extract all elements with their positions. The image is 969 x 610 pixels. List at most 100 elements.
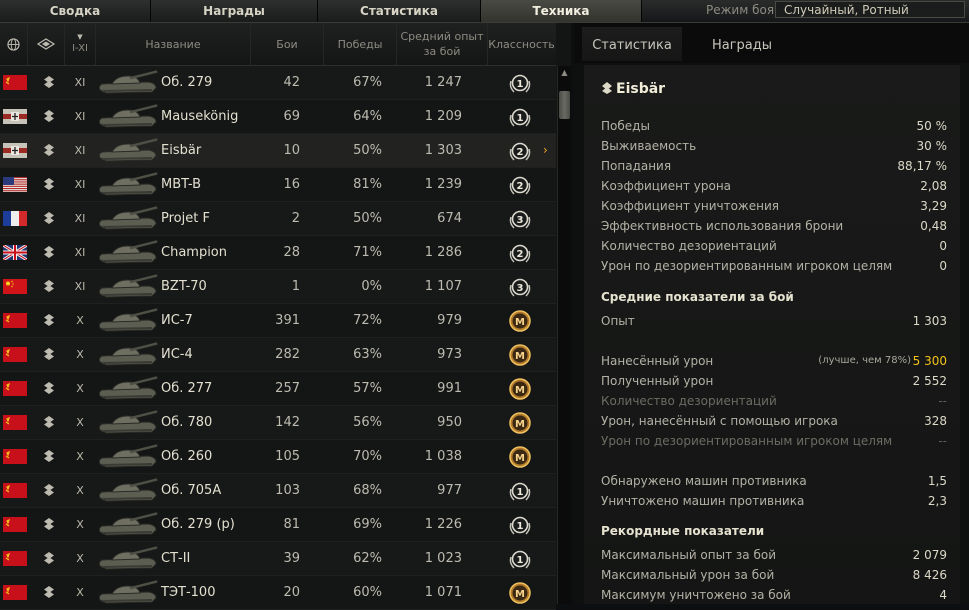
- table-row[interactable]: XI Champion 28 71% 1 286 2: [0, 236, 556, 270]
- table-row[interactable]: X Об. 260 105 70% 1 038 M: [0, 440, 556, 474]
- table-row[interactable]: X ИС-4 282 63% 973 M: [0, 338, 556, 372]
- scrollbar-thumb[interactable]: [559, 91, 570, 119]
- mastery-class-2-icon: 2: [509, 176, 531, 195]
- heavy-tank-type-icon: [44, 280, 54, 292]
- table-row[interactable]: X Об. 780 142 56% 950 M: [0, 406, 556, 440]
- scroll-up-icon[interactable]: ▲: [559, 68, 570, 78]
- mastery-column-header[interactable]: Классность: [488, 23, 555, 65]
- sort-by-tier-header[interactable]: ▼ I-XI: [65, 23, 96, 65]
- stat-row: Коэффициент уничтожения 3,29: [601, 197, 947, 215]
- stat-value: 5 300: [912, 354, 947, 368]
- vehicle-wins: 62%: [353, 551, 382, 566]
- table-row[interactable]: X Об. 277 257 57% 991 M: [0, 372, 556, 406]
- tab-statistics[interactable]: Статистика: [318, 0, 481, 22]
- table-row[interactable]: XI MBT-B 16 81% 1 239 2: [0, 168, 556, 202]
- stat-row: Количество дезориентаций --: [601, 392, 947, 410]
- stat-label: Эффективность использования брони: [601, 219, 844, 233]
- battle-mode-select[interactable]: Случайный, Ротный: [775, 1, 965, 18]
- tab-details-statistics[interactable]: Статистика: [582, 27, 682, 61]
- mastery-class-1-icon: 1: [509, 74, 531, 93]
- stat-value: 1 303: [912, 314, 947, 328]
- tab-details-awards[interactable]: Награды: [692, 27, 792, 61]
- stat-label: Максимум уничтожено за бой: [601, 588, 791, 602]
- vehicle-wins: 56%: [353, 415, 382, 430]
- globe-icon: [7, 37, 20, 51]
- stat-row: Максимум уничтожено за бой 4: [601, 586, 947, 604]
- stat-row: Выживаемость 30 %: [601, 137, 947, 155]
- vehicle-battles: 2: [291, 211, 300, 226]
- mastery-class-3-icon: 3: [509, 278, 531, 297]
- tab-vehicles[interactable]: Техника: [481, 0, 642, 22]
- svg-text:M: M: [515, 351, 525, 362]
- wins-column-header[interactable]: Победы: [324, 23, 397, 65]
- vehicle-name: Об. 260: [161, 449, 213, 464]
- heavy-tank-type-icon: [44, 178, 54, 190]
- stat-label: Попадания: [601, 159, 672, 173]
- nation-flag-icon: [3, 415, 27, 430]
- stat-label: Урон по дезориентированным игроком целям: [601, 259, 893, 273]
- nation-flag-icon: [3, 143, 27, 158]
- heavy-tank-type-icon: [44, 586, 54, 598]
- avg-exp-column-header[interactable]: Средний опыт за бой: [397, 23, 488, 65]
- svg-text:1: 1: [517, 521, 524, 532]
- vehicle-name: Об. 705А: [161, 483, 222, 498]
- table-row[interactable]: X ИС-7 391 72% 979 M: [0, 304, 556, 338]
- selected-row-arrow-icon: ›: [543, 143, 548, 157]
- vehicle-list-scrollbar[interactable]: ▲: [557, 66, 571, 604]
- mastery-class-2-icon: 2: [509, 244, 531, 263]
- selected-vehicle-title: Eisbär: [602, 81, 665, 97]
- stat-label: Количество дезориентаций: [601, 394, 777, 408]
- vehicle-wins: 0%: [361, 279, 382, 294]
- vehicle-tier: X: [76, 348, 84, 361]
- table-row[interactable]: X ТЭТ-100 20 60% 1 071 M: [0, 576, 556, 610]
- sort-by-nation-header[interactable]: [0, 23, 28, 65]
- vehicle-avg-exp: 1 209: [424, 109, 462, 124]
- stat-row: Эффективность использования брони 0,48: [601, 217, 947, 235]
- tab-summary[interactable]: Сводка: [0, 0, 151, 22]
- tab-awards[interactable]: Награды: [151, 0, 318, 22]
- vehicle-avg-exp: 1 247: [424, 75, 462, 90]
- table-row[interactable]: XI Mausekönig 69 64% 1 209 1: [0, 100, 556, 134]
- nation-flag-icon: [3, 211, 27, 226]
- stat-value: 0,48: [920, 219, 947, 233]
- vehicle-avg-exp: 950: [437, 415, 462, 430]
- table-row[interactable]: XI Об. 279 42 67% 1 247 1: [0, 66, 556, 100]
- table-row[interactable]: X Об. 279 (р) 81 69% 1 226 1: [0, 508, 556, 542]
- vehicle-icon: [98, 512, 158, 536]
- heavy-tank-type-icon: [44, 246, 54, 258]
- vehicle-name: ИС-4: [161, 347, 193, 362]
- table-row[interactable]: X Об. 705А 103 68% 977 1: [0, 474, 556, 508]
- vehicle-battles: 391: [275, 313, 300, 328]
- vehicle-wins: 68%: [353, 483, 382, 498]
- vehicle-wins: 67%: [353, 75, 382, 90]
- stat-value: 328: [924, 414, 947, 428]
- vehicle-avg-exp: 991: [437, 381, 462, 396]
- stat-label: Опыт: [601, 314, 635, 328]
- vehicle-icon: [98, 376, 158, 400]
- nation-flag-icon: [3, 109, 27, 124]
- vehicle-type-icon: [602, 82, 612, 94]
- vehicle-tier: X: [76, 416, 84, 429]
- vehicle-avg-exp: 1 239: [424, 177, 462, 192]
- vehicle-icon: [98, 308, 158, 332]
- table-row[interactable]: X СТ-II 39 62% 1 023 1: [0, 542, 556, 576]
- mastery-class-3-icon: 3: [509, 210, 531, 229]
- name-column-header[interactable]: Название: [96, 23, 251, 65]
- nation-flag-icon: [3, 517, 27, 532]
- mastery-master-icon: M: [509, 344, 531, 366]
- nation-flag-icon: [3, 75, 27, 90]
- vehicle-name: ТЭТ-100: [161, 585, 216, 600]
- vehicle-icon: [98, 240, 158, 264]
- table-row[interactable]: XI Eisbär 10 50% 1 303 2 ›: [0, 134, 556, 168]
- stat-row: Победы 50 %: [601, 117, 947, 135]
- vehicle-icon: [98, 70, 158, 94]
- vehicle-battles: 10: [283, 143, 300, 158]
- table-row[interactable]: XI Projet F 2 50% 674 3: [0, 202, 556, 236]
- battles-column-header[interactable]: Бои: [251, 23, 324, 65]
- table-header: ▼ I-XI Название Бои Победы Средний опыт …: [0, 23, 556, 66]
- svg-text:M: M: [515, 317, 525, 328]
- vehicle-name: СТ-II: [161, 551, 191, 566]
- vehicle-name: Об. 279: [161, 75, 213, 90]
- sort-by-type-header[interactable]: [28, 23, 65, 65]
- table-row[interactable]: XI BZT-70 1 0% 1 107 3: [0, 270, 556, 304]
